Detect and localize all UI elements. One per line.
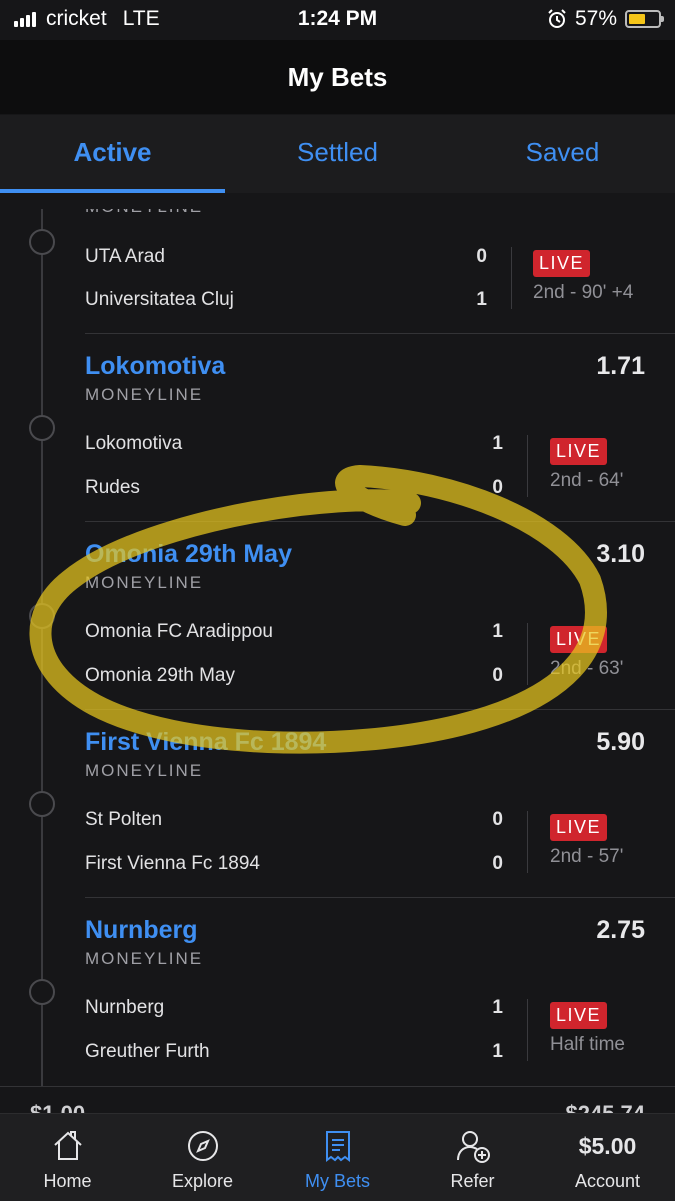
bet-market: MONEYLINE <box>85 761 204 780</box>
bet-list[interactable]: MONEYLINE UTA Arad 0 Universitatea Cluj … <box>0 209 675 1113</box>
score-divider <box>527 435 528 497</box>
timeline-node <box>29 603 55 629</box>
tabbar-home[interactable]: Home <box>0 1114 135 1201</box>
team-score: 1 <box>492 621 503 642</box>
bottom-tab-bar: Home Explore My Bets Refer $5.00 Account <box>0 1113 675 1201</box>
score-divider <box>527 811 528 873</box>
card-divider <box>85 521 675 522</box>
card-divider <box>85 333 675 334</box>
score-divider <box>511 247 512 309</box>
team-name: St Polten <box>85 809 163 830</box>
tabbar-label: Account <box>574 1171 641 1191</box>
bets-tabs: Active Settled Saved <box>0 115 675 193</box>
add-user-icon <box>405 1124 540 1168</box>
team-name: First Vienna Fc 1894 <box>85 853 260 874</box>
bet-odds: 5.90 <box>596 728 645 756</box>
bet-title[interactable]: Nurnberg <box>85 916 198 945</box>
live-badge: LIVE <box>550 814 608 841</box>
tabbar-my-bets[interactable]: My Bets <box>270 1114 405 1201</box>
bet-odds: 1.71 <box>596 352 645 380</box>
page-title: My Bets <box>287 62 388 92</box>
team-name: Lokomotiva <box>85 433 183 454</box>
card-divider <box>85 709 675 710</box>
live-badge: LIVE <box>550 438 608 465</box>
team-name: UTA Arad <box>85 246 165 267</box>
game-time: 2nd - 57' <box>550 846 624 867</box>
score-divider <box>527 999 528 1061</box>
timeline-node <box>29 229 55 255</box>
team-score: 0 <box>492 665 503 686</box>
tabbar-account[interactable]: $5.00 Account <box>540 1114 675 1201</box>
parlay-summary: $1.00 $245.74 <box>0 1086 675 1114</box>
tabbar-label: Refer <box>450 1171 495 1191</box>
team-score: 1 <box>492 433 503 454</box>
team-name: Universitatea Cluj <box>85 289 234 310</box>
timeline-node <box>29 415 55 441</box>
tab-saved[interactable]: Saved <box>450 115 675 193</box>
team-score: 0 <box>492 809 503 830</box>
game-time: 2nd - 90' +4 <box>533 282 634 303</box>
timeline-line <box>41 209 43 1113</box>
tabbar-label: Home <box>43 1171 92 1191</box>
tab-active[interactable]: Active <box>0 115 225 193</box>
compass-icon <box>135 1124 270 1168</box>
tabbar-refer[interactable]: Refer <box>405 1114 540 1201</box>
tabbar-label: Explore <box>171 1171 234 1191</box>
team-name: Greuther Furth <box>85 1041 210 1062</box>
team-score: 0 <box>476 246 487 267</box>
live-badge: LIVE <box>550 1002 608 1029</box>
team-score: 0 <box>492 853 503 874</box>
team-name: Omonia FC Aradippou <box>85 621 273 642</box>
bet-slip-icon <box>270 1124 405 1168</box>
game-time: 2nd - 64' <box>550 470 624 491</box>
game-time: Half time <box>550 1034 625 1055</box>
tabbar-explore[interactable]: Explore <box>135 1114 270 1201</box>
live-badge: LIVE <box>550 626 608 653</box>
team-score: 1 <box>476 289 487 310</box>
bet-title[interactable]: Omonia 29th May <box>85 540 292 569</box>
bet-odds: 3.10 <box>596 540 645 568</box>
team-name: Omonia 29th May <box>85 665 235 686</box>
team-name: Nurnberg <box>85 997 165 1018</box>
live-badge: LIVE <box>533 250 591 277</box>
nav-header: My Bets <box>0 40 675 114</box>
team-score: 1 <box>492 997 503 1018</box>
status-bar: cricket LTE 1:24 PM 57% <box>0 0 675 40</box>
bet-title[interactable]: First Vienna Fc 1894 <box>85 728 326 757</box>
bet-market: MONEYLINE <box>85 385 204 404</box>
tab-settled[interactable]: Settled <box>225 115 450 193</box>
score-divider <box>527 623 528 685</box>
alarm-icon <box>548 9 566 28</box>
bet-odds: 2.75 <box>596 916 645 944</box>
tabbar-label: My Bets <box>304 1171 370 1191</box>
home-icon <box>0 1124 135 1168</box>
bet-market: MONEYLINE <box>85 573 204 592</box>
team-name: Rudes <box>85 477 140 498</box>
battery-percent: 57% <box>574 7 617 30</box>
card-divider <box>85 897 675 898</box>
team-score: 0 <box>492 477 503 498</box>
bet-market: MONEYLINE <box>85 949 204 968</box>
account-balance: $5.00 <box>578 1132 637 1159</box>
game-time: 2nd - 63' <box>550 658 624 679</box>
team-score: 1 <box>492 1041 503 1062</box>
timeline-node <box>29 979 55 1005</box>
timeline-node <box>29 791 55 817</box>
bet-market: MONEYLINE <box>85 209 203 217</box>
bet-title[interactable]: Lokomotiva <box>85 352 225 381</box>
battery-icon <box>625 10 664 28</box>
